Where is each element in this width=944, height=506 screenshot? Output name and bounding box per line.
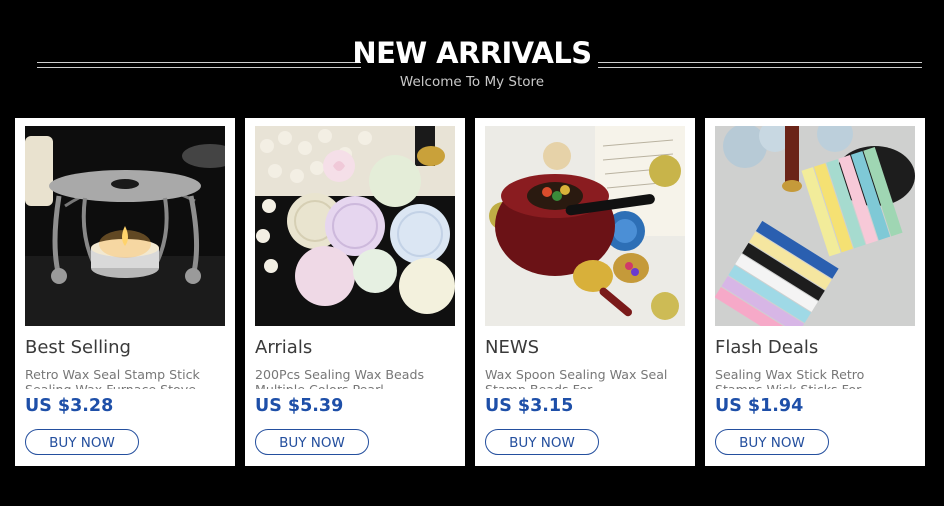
product-category: Arrials <box>255 337 313 358</box>
product-image[interactable] <box>25 126 225 326</box>
section-header: NEW ARRIVALS Welcome To My Store <box>0 34 944 94</box>
buy-now-button[interactable]: BUY NOW <box>715 429 829 455</box>
product-card[interactable]: Best Selling Retro Wax Seal Stamp Stick … <box>15 118 235 466</box>
product-price: US $3.28 <box>25 396 114 416</box>
product-card[interactable]: Arrials 200Pcs Sealing Wax Beads Multipl… <box>245 118 465 466</box>
product-card[interactable]: NEWS Wax Spoon Sealing Wax Seal Stamp Be… <box>475 118 695 466</box>
wax-seal-beads-image <box>255 126 455 326</box>
wax-spoon-image <box>485 126 685 326</box>
product-description[interactable]: 200Pcs Sealing Wax Beads Multiple Colors… <box>255 367 455 389</box>
product-category: Best Selling <box>25 337 131 358</box>
product-price: US $3.15 <box>485 396 574 416</box>
product-description[interactable]: Wax Spoon Sealing Wax Seal Stamp Beads F… <box>485 367 685 389</box>
store-page: NEW ARRIVALS Welcome To My Store Best Se… <box>0 0 944 506</box>
product-category: NEWS <box>485 337 540 358</box>
product-price: US $1.94 <box>715 396 804 416</box>
buy-now-button[interactable]: BUY NOW <box>255 429 369 455</box>
buy-now-button[interactable]: BUY NOW <box>25 429 139 455</box>
product-image[interactable] <box>715 126 915 326</box>
product-image[interactable] <box>255 126 455 326</box>
product-image[interactable] <box>485 126 685 326</box>
wax-sticks-image <box>715 126 915 326</box>
product-card[interactable]: Flash Deals Sealing Wax Stick Retro Stam… <box>705 118 925 466</box>
product-description[interactable]: Sealing Wax Stick Retro Stamps Wick Stic… <box>715 367 915 389</box>
product-price: US $5.39 <box>255 396 344 416</box>
buy-now-button[interactable]: BUY NOW <box>485 429 599 455</box>
section-title: NEW ARRIVALS <box>352 36 592 70</box>
product-description[interactable]: Retro Wax Seal Stamp Stick Sealing Wax F… <box>25 367 225 389</box>
section-subtitle: Welcome To My Store <box>399 74 545 90</box>
wax-melting-furnace-image <box>25 126 225 326</box>
product-category: Flash Deals <box>715 337 819 358</box>
